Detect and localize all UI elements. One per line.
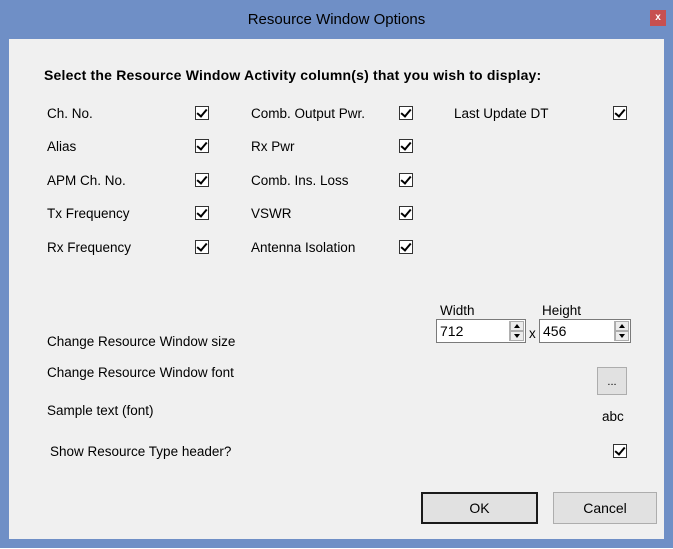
cancel-button[interactable]: Cancel: [553, 492, 657, 524]
checkbox-vswr[interactable]: [399, 206, 413, 220]
column-label-antenna-isolation: Antenna Isolation: [251, 240, 356, 255]
checkbox-alias[interactable]: [195, 139, 209, 153]
column-label-comb-ins-loss: Comb. Ins. Loss: [251, 173, 349, 188]
show-header-label: Show Resource Type header?: [50, 444, 232, 459]
checkbox-apm-ch-no[interactable]: [195, 173, 209, 187]
column-label-tx-frequency: Tx Frequency: [47, 206, 130, 221]
ok-button[interactable]: OK: [421, 492, 538, 524]
height-spinner-arrows[interactable]: [614, 321, 629, 341]
height-label: Height: [542, 303, 582, 318]
checkbox-show-header[interactable]: [613, 444, 627, 458]
font-picker-button[interactable]: ...: [597, 367, 627, 395]
checkbox-comb-output-pwr[interactable]: [399, 106, 413, 120]
height-up-arrow-icon[interactable]: [615, 321, 629, 331]
checkbox-comb-ins-loss[interactable]: [399, 173, 413, 187]
column-label-last-update-dt: Last Update DT: [454, 106, 549, 121]
title-bar[interactable]: Resource Window Options x: [1, 1, 672, 39]
close-button[interactable]: x: [650, 10, 666, 26]
width-down-arrow-icon[interactable]: [510, 331, 524, 341]
height-down-arrow-icon[interactable]: [615, 331, 629, 341]
checkbox-tx-frequency[interactable]: [195, 206, 209, 220]
columns-heading: Select the Resource Window Activity colu…: [44, 67, 542, 83]
checkbox-last-update-dt[interactable]: [613, 106, 627, 120]
column-label-rx-pwr: Rx Pwr: [251, 139, 295, 154]
checkbox-ch-no[interactable]: [195, 106, 209, 120]
width-spinner[interactable]: 712: [436, 319, 526, 343]
height-spinner[interactable]: 456: [539, 319, 631, 343]
width-value[interactable]: 712: [440, 323, 463, 339]
window-title: Resource Window Options: [247, 11, 426, 28]
height-value[interactable]: 456: [543, 323, 566, 339]
column-label-alias: Alias: [47, 139, 77, 154]
font-sample-text: abc: [602, 409, 624, 424]
column-label-comb-output-pwr: Comb. Output Pwr.: [251, 106, 366, 121]
column-label-vswr: VSWR: [251, 206, 292, 221]
column-label-ch-no: Ch. No.: [47, 106, 93, 121]
width-spinner-arrows[interactable]: [509, 321, 524, 341]
window-font-label: Change Resource Window font: [47, 365, 234, 380]
column-label-apm-ch-no: APM Ch. No.: [47, 173, 126, 188]
checkbox-rx-frequency[interactable]: [195, 240, 209, 254]
sample-text-label: Sample text (font): [47, 403, 154, 418]
dialog-content: Select the Resource Window Activity colu…: [9, 39, 664, 539]
window-size-label: Change Resource Window size: [47, 334, 236, 349]
column-label-rx-frequency: Rx Frequency: [47, 240, 132, 255]
dialog-window: Resource Window Options x Select the Res…: [0, 0, 673, 548]
checkbox-rx-pwr[interactable]: [399, 139, 413, 153]
width-label: Width: [440, 303, 475, 318]
size-separator: x: [529, 326, 536, 341]
checkbox-antenna-isolation[interactable]: [399, 240, 413, 254]
width-up-arrow-icon[interactable]: [510, 321, 524, 331]
